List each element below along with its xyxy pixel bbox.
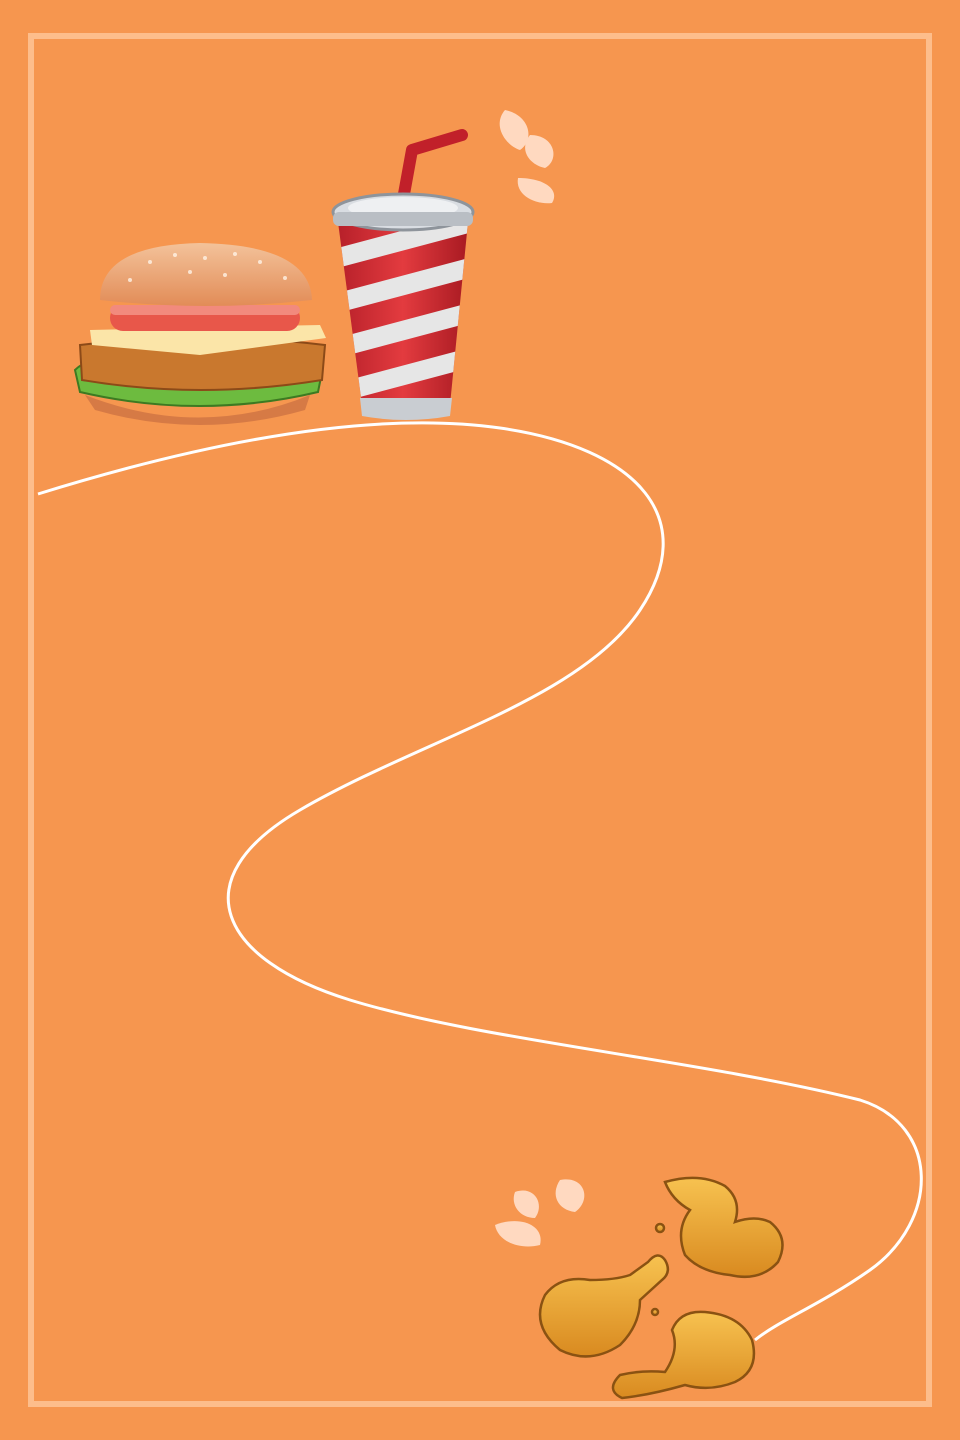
hamburger-icon xyxy=(73,243,327,425)
background xyxy=(0,0,960,1440)
poster-canvas xyxy=(0,0,960,1440)
